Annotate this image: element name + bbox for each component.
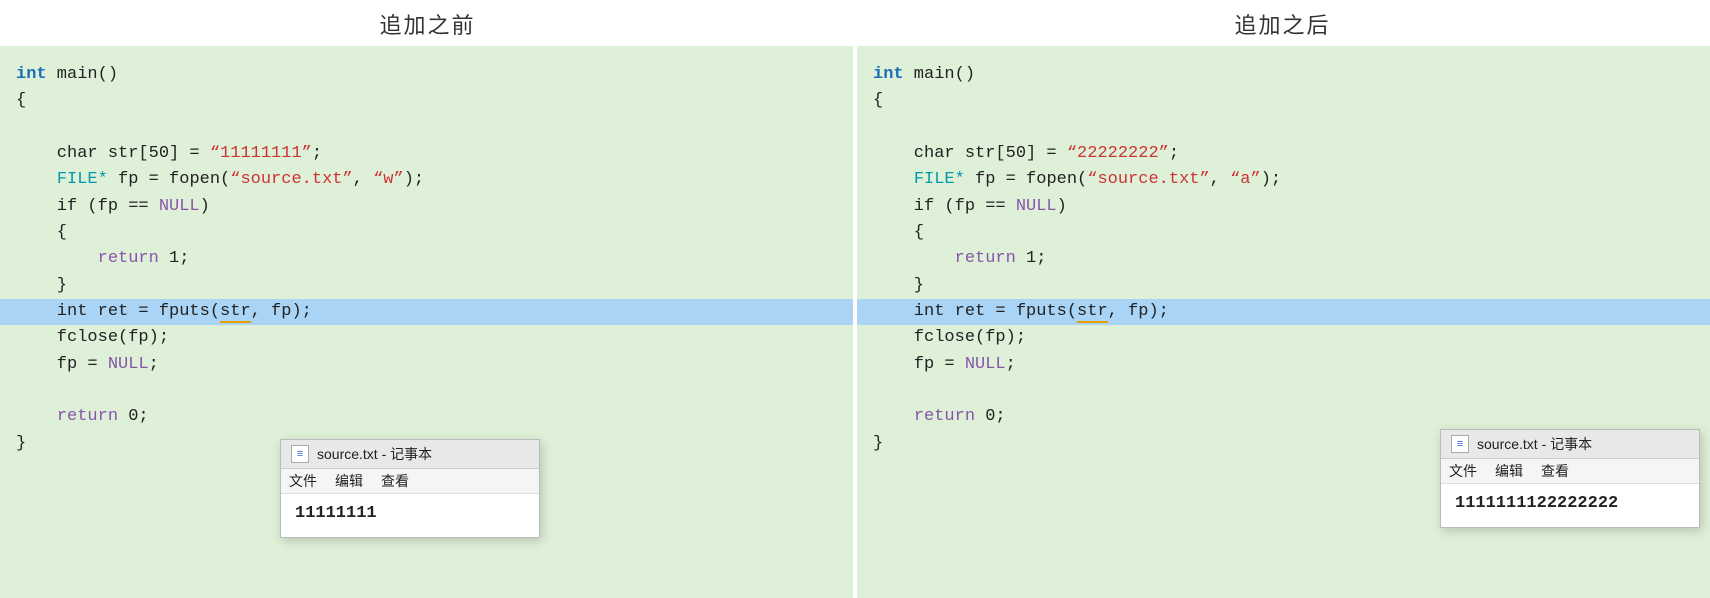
left-notepad-menubar: 文件 编辑 查看 <box>281 469 539 494</box>
right-title: 追加之后 <box>855 0 1710 46</box>
right-notepad-text: 1111111122222222 <box>1455 494 1618 513</box>
left-notepad-text: 11111111 <box>295 504 377 523</box>
right-notepad-icon: ≡ <box>1451 435 1469 453</box>
right-menu-edit[interactable]: 编辑 <box>1495 461 1523 481</box>
right-panel: int main(){ char str[50] = “22222222”; F… <box>857 46 1710 598</box>
left-notepad-title: source.txt - 记事本 <box>317 444 432 464</box>
panels-container: int main(){ char str[50] = “11111111”; F… <box>0 46 1710 598</box>
left-notepad-popup: ≡ source.txt - 记事本 文件 编辑 查看 11111111 <box>280 439 540 538</box>
right-notepad-menubar: 文件 编辑 查看 <box>1441 459 1699 484</box>
left-code: int main(){ char str[50] = “11111111”; F… <box>0 56 853 457</box>
right-code: int main(){ char str[50] = “22222222”; F… <box>857 56 1710 457</box>
left-notepad-titlebar: ≡ source.txt - 记事本 <box>281 440 539 469</box>
left-notepad-content: 11111111 <box>281 494 539 537</box>
left-menu-edit[interactable]: 编辑 <box>335 471 363 491</box>
left-title: 追加之前 <box>0 0 855 46</box>
left-menu-view[interactable]: 查看 <box>381 471 409 491</box>
right-menu-view[interactable]: 查看 <box>1541 461 1569 481</box>
left-menu-file[interactable]: 文件 <box>289 471 317 491</box>
right-menu-file[interactable]: 文件 <box>1449 461 1477 481</box>
right-notepad-popup: ≡ source.txt - 记事本 文件 编辑 查看 111111112222… <box>1440 429 1700 528</box>
right-notepad-titlebar: ≡ source.txt - 记事本 <box>1441 430 1699 459</box>
right-notepad-title: source.txt - 记事本 <box>1477 434 1592 454</box>
left-notepad-icon: ≡ <box>291 445 309 463</box>
header-labels: 追加之前 追加之后 <box>0 0 1710 46</box>
left-panel: int main(){ char str[50] = “11111111”; F… <box>0 46 853 598</box>
right-notepad-content: 1111111122222222 <box>1441 484 1699 527</box>
